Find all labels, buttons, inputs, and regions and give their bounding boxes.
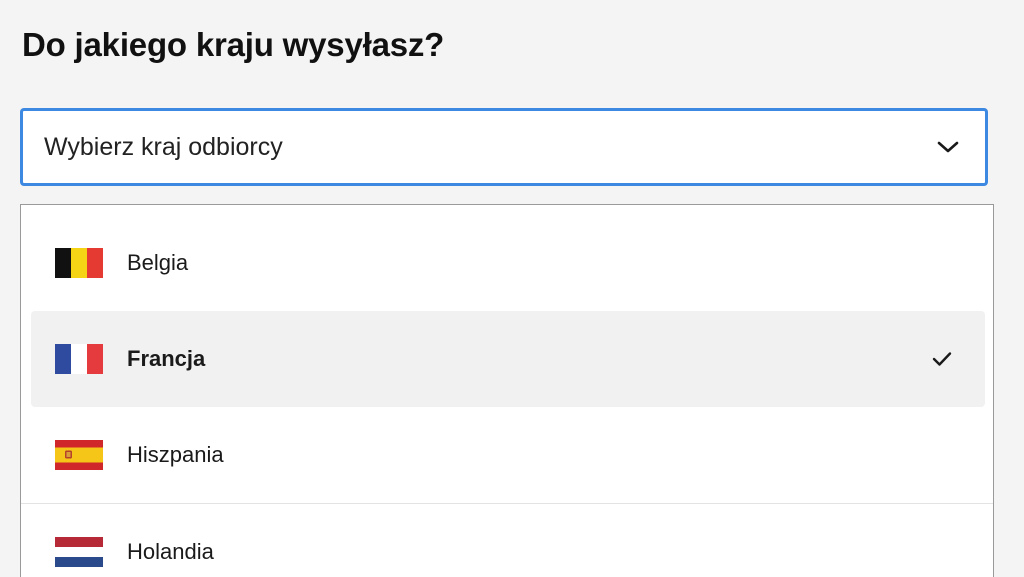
page-title: Do jakiego kraju wysyłasz? [22,26,445,63]
country-option-holandia[interactable]: Holandia [31,504,985,577]
france-flag-icon [55,344,103,374]
country-dropdown-list: Belgia Francja Hiszpania Holandia [20,204,994,577]
country-select[interactable]: Wybierz kraj odbiorcy [20,108,988,186]
chevron-down-icon[interactable] [937,140,959,154]
page: Do jakiego kraju wysyłasz? Wybierz kraj … [0,0,1024,577]
country-option-hiszpania[interactable]: Hiszpania [31,407,985,503]
belgium-flag-icon [55,248,103,278]
select-placeholder: Wybierz kraj odbiorcy [44,132,283,161]
country-option-label: Belgia [127,250,189,275]
netherlands-flag-icon [55,537,103,567]
checkmark-icon [932,352,952,366]
country-option-label: Holandia [127,539,214,564]
country-option-francja[interactable]: Francja [31,311,985,407]
country-option-label: Hiszpania [127,442,224,467]
spain-flag-icon [55,440,103,470]
country-option-label: Francja [127,346,206,371]
country-option-belgia[interactable]: Belgia [31,215,985,311]
